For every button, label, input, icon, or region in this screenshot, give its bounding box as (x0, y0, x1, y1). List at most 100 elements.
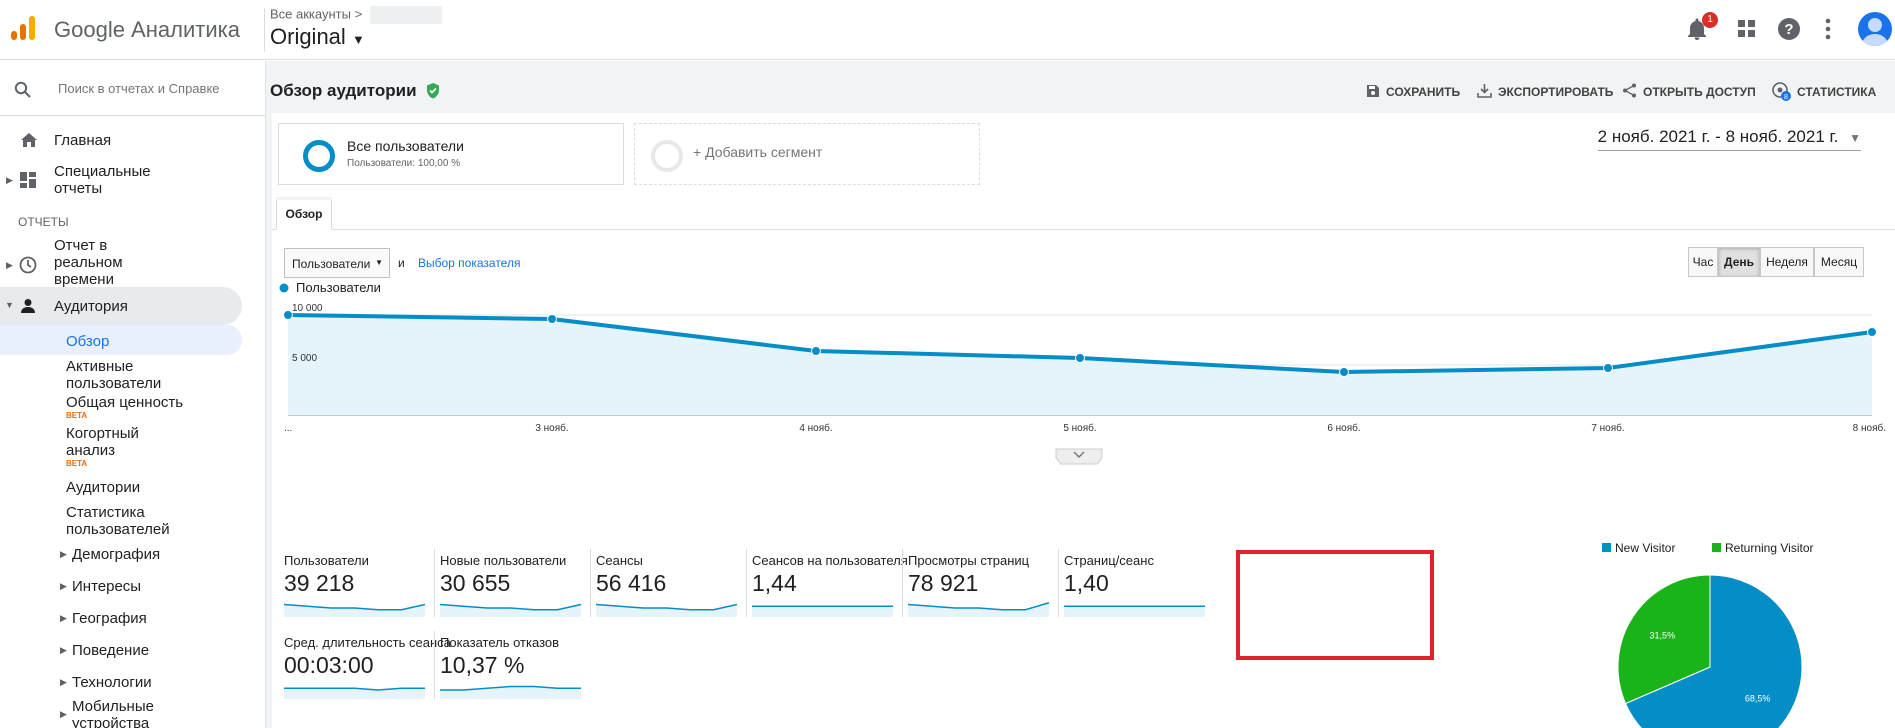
top-header: Google Аналитика Все аккаунты > Original… (0, 0, 1895, 60)
report-panel: Все пользователи Пользователи: 100,00 % … (272, 113, 1895, 728)
scorecard-divider (1058, 549, 1059, 617)
sidebar-item-audience[interactable]: Аудитория (54, 298, 128, 315)
scorecard-sparkline[interactable] (284, 681, 426, 699)
clock-icon (19, 256, 37, 274)
beta-tag: BETA (66, 459, 88, 468)
scorecard-sparkline[interactable] (284, 599, 426, 617)
expand-arrow-icon[interactable]: ▶ (60, 613, 67, 624)
scorecard-divider (434, 549, 435, 617)
scorecard-label: Сеансов на пользователя (752, 553, 908, 568)
pie-legend-label[interactable]: Returning Visitor (1725, 543, 1814, 555)
x-tick-label: 8 нояб. (1853, 422, 1886, 434)
sparkline-fill (284, 688, 425, 699)
sidebar-item-geo[interactable]: География (72, 610, 147, 627)
data-point[interactable] (811, 346, 821, 356)
data-point[interactable] (1075, 353, 1085, 363)
dashboard-icon (20, 172, 36, 188)
sidebar-selected-bg (0, 325, 242, 355)
legend-dot-users (279, 283, 289, 293)
insights-button[interactable]: СТАТИСТИКА (1797, 85, 1876, 99)
pie-legend-swatch (1712, 543, 1721, 552)
scorecard-sparkline[interactable] (1064, 599, 1206, 617)
expand-arrow-icon[interactable]: ▶ (60, 581, 67, 592)
y-tick-label: 10 000 (292, 303, 323, 314)
expand-arrow-icon[interactable]: ▶ (60, 549, 67, 560)
scorecard-sparkline[interactable] (752, 599, 894, 617)
collapse-arrow-icon[interactable]: ▼ (5, 300, 14, 310)
sidebar-item-audiences[interactable]: Аудитории (66, 479, 140, 496)
scorecard-label: Сеансы (596, 553, 643, 568)
insights-icon[interactable]: 8 (1771, 81, 1791, 101)
sidebar-item-overview[interactable]: Обзор (66, 333, 109, 350)
help-icon[interactable]: ? (1777, 17, 1801, 41)
data-point[interactable] (1867, 327, 1877, 337)
product-name: Google Аналитика (54, 17, 240, 42)
search-icon[interactable] (14, 81, 32, 99)
x-tick-label: 4 нояб. (799, 422, 832, 434)
expand-arrow-icon[interactable]: ▶ (60, 677, 67, 688)
scorecard-label: Просмотры страниц (908, 553, 1030, 568)
property-selector[interactable]: Original ▼ (270, 24, 365, 50)
scorecard-value: 00:03:00 (284, 652, 374, 678)
export-icon[interactable] (1477, 83, 1492, 98)
sidebar-item-technology[interactable]: Технологии (72, 674, 152, 691)
sidebar-section-reports: ОТЧЕТЫ (18, 215, 69, 229)
home-icon (21, 133, 37, 147)
main-content: Обзор аудитории СОХРАНИТЬ ЭКСПОРТИРОВАТЬ… (266, 61, 1895, 728)
save-icon[interactable] (1366, 84, 1380, 98)
export-button[interactable]: ЭКСПОРТИРОВАТЬ (1498, 85, 1613, 99)
share-button[interactable]: ОТКРЫТЬ ДОСТУП (1643, 85, 1756, 99)
sidebar-item-home[interactable]: Главная (54, 132, 111, 149)
scorecard-sparkline[interactable] (908, 599, 1050, 617)
analytics-logo-icon[interactable] (8, 14, 38, 44)
sidebar-item-cohort[interactable]: Когортный анализ BETA (66, 425, 139, 468)
scorecard-sparkline[interactable] (596, 599, 738, 617)
account-breadcrumb[interactable]: Все аккаунты > (270, 6, 443, 24)
apps-grid-icon[interactable] (1737, 19, 1757, 39)
expand-arrow-icon[interactable]: ▶ (6, 175, 13, 186)
report-search-input[interactable]: Поиск в отчетах и Справке (58, 81, 223, 96)
header-divider (264, 8, 265, 52)
page-title: Обзор аудитории (270, 81, 441, 101)
sidebar-item-interests[interactable]: Интересы (72, 578, 141, 595)
scorecard-value: 30 655 (440, 570, 511, 596)
scorecard-sparkline[interactable] (440, 681, 582, 699)
sidebar-item-custom-reports[interactable]: Специальные отчеты (54, 163, 151, 197)
scorecard-label: Показатель отказов (440, 635, 560, 650)
sidebar-item-demographics[interactable]: Демография (72, 546, 160, 563)
users-line-chart: Пользователи ... 3 нояб. 4 нояб. 5 нояб. 6 н… (279, 280, 1886, 465)
expand-arrow-icon[interactable]: ▶ (60, 709, 67, 720)
scorecard-value: 39 218 (284, 570, 355, 596)
sidebar-item-realtime[interactable]: Отчет в реальном времени (54, 237, 123, 288)
user-avatar[interactable] (1858, 12, 1892, 46)
data-point[interactable] (1339, 367, 1349, 377)
sidebar-item-active-users[interactable]: Активные пользователи (66, 358, 161, 392)
scorecard-sparkline[interactable] (440, 599, 582, 617)
data-point[interactable] (1603, 363, 1613, 373)
notification-badge: 1 (1702, 12, 1718, 28)
sidebar-item-lifetime-value[interactable]: Общая ценность BETA (66, 394, 183, 420)
x-tick-label: 7 нояб. (1591, 422, 1624, 434)
scorecard-value: 1,44 (752, 570, 797, 596)
scorecard-value: 10,37 % (440, 652, 525, 678)
highlight-frame (1236, 550, 1434, 660)
more-vert-icon[interactable] (1824, 18, 1832, 40)
share-icon[interactable] (1622, 83, 1637, 98)
caret-down-icon: ▼ (351, 32, 365, 47)
save-button[interactable]: СОХРАНИТЬ (1386, 85, 1460, 99)
x-tick-label: ... (284, 423, 292, 434)
expand-arrow-icon[interactable]: ▶ (6, 260, 13, 271)
data-point[interactable] (547, 314, 557, 324)
scorecard-label: Новые пользователи (440, 553, 567, 568)
person-icon (21, 299, 35, 313)
legend-label-users: Пользователи (296, 280, 381, 295)
expand-arrow-icon[interactable]: ▶ (60, 645, 67, 656)
sidebar-item-user-explorer[interactable]: Статистика пользователей (66, 504, 170, 538)
sparkline-fill (752, 606, 893, 617)
pie-legend-label[interactable]: New Visitor (1615, 543, 1675, 555)
visitor-type-pie-chart: New Visitor Returning Visitor 68,5% 31,5% (1602, 543, 1814, 728)
sidebar-item-behavior[interactable]: Поведение (72, 642, 149, 659)
sidebar-item-mobile[interactable]: Мобильные устройства (72, 698, 154, 728)
verified-shield-icon (427, 83, 440, 99)
svg-text:?: ? (1784, 21, 1793, 38)
